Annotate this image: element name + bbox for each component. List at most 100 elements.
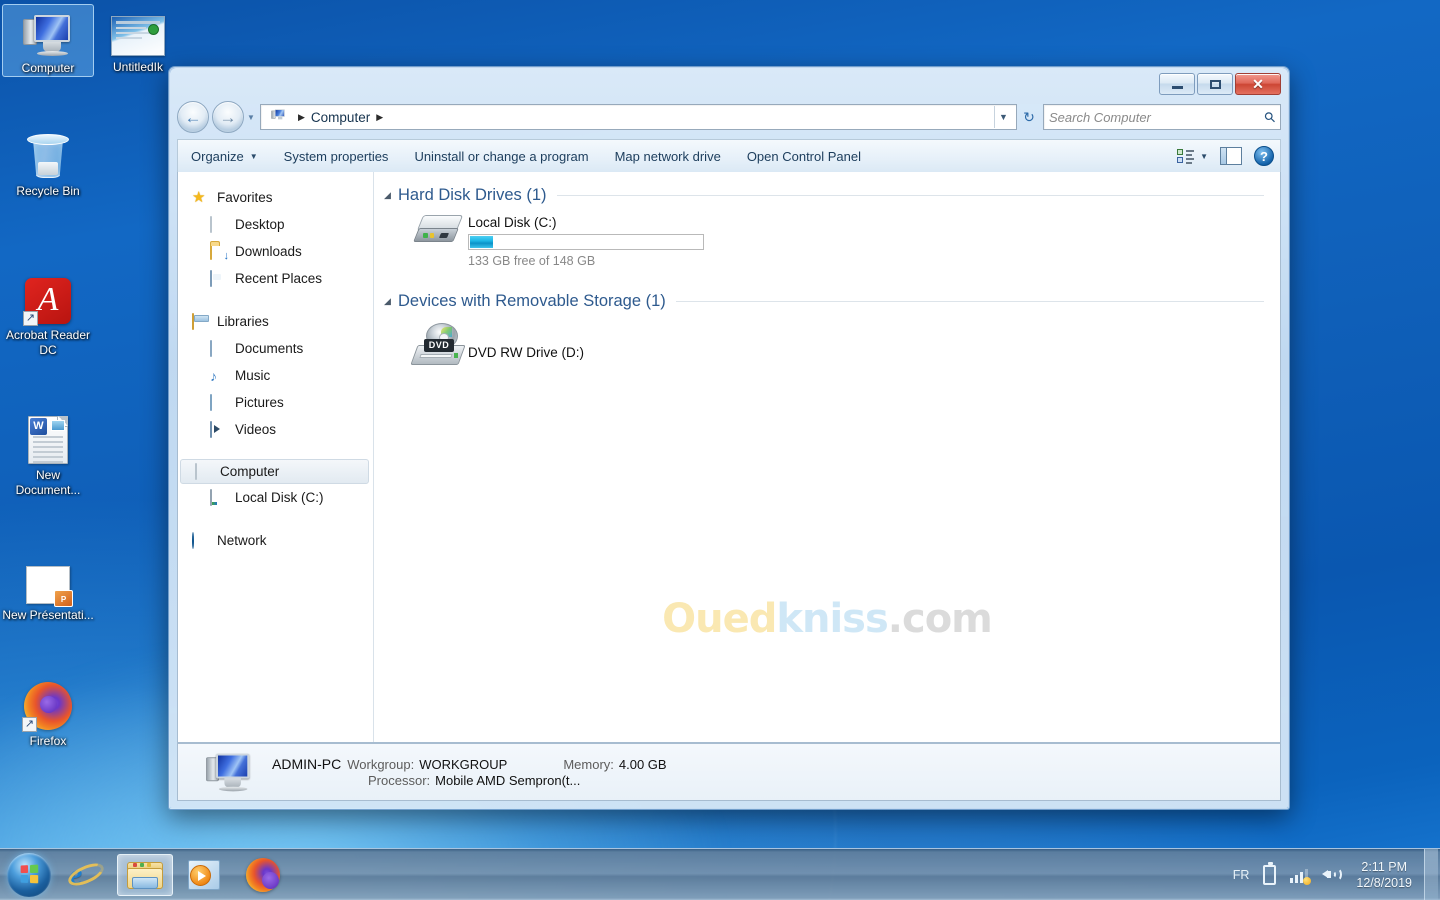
group-divider: [675, 301, 1264, 302]
taskbar-button-firefox[interactable]: [235, 854, 291, 896]
file-list-view[interactable]: ◢ Hard Disk Drives (1) Local Disk (C:) 1…: [374, 172, 1280, 742]
nav-label: Recent Places: [235, 271, 323, 286]
change-view-icon[interactable]: [1174, 146, 1196, 166]
chevron-down-icon[interactable]: ▼: [994, 106, 1012, 128]
nav-label: Computer: [220, 464, 280, 479]
start-button[interactable]: [3, 851, 55, 899]
drive-item-dvd-rw-d[interactable]: DVD DVD RW Drive (D:): [374, 323, 1280, 369]
close-button[interactable]: ✕: [1235, 73, 1281, 95]
sidebar-item-music[interactable]: ♪ Music: [178, 362, 373, 389]
computer-name: ADMIN-PC: [272, 756, 342, 772]
navigation-pane[interactable]: ★ Favorites Desktop Downloads Recent Pla…: [178, 172, 374, 742]
details-row-2: Processor: Mobile AMD Sempron(t...: [272, 773, 667, 788]
minimize-button[interactable]: [1159, 73, 1195, 95]
clock-date: 12/8/2019: [1356, 875, 1412, 890]
group-header-removable-storage[interactable]: ◢ Devices with Removable Storage (1): [374, 292, 1280, 311]
help-icon[interactable]: ?: [1254, 146, 1274, 166]
window-titlebar[interactable]: ✕: [169, 67, 1289, 105]
network-icon: [192, 531, 210, 549]
organize-button[interactable]: Organize ▼: [178, 140, 271, 172]
collapse-triangle-icon[interactable]: ◢: [384, 296, 398, 307]
watermark-part-1: Oued: [662, 596, 777, 642]
breadcrumb-computer[interactable]: Computer: [311, 110, 370, 125]
view-chevron-down-icon[interactable]: ▼: [1200, 152, 1216, 161]
shortcut-arrow-icon: ↗: [22, 717, 37, 732]
shortcut-arrow-icon: ↗: [23, 311, 38, 326]
sidebar-item-downloads[interactable]: Downloads: [178, 238, 373, 265]
desktop-icon-label: New Présentati...: [2, 608, 94, 622]
drive-capacity-bar: [468, 234, 704, 250]
star-icon: ★: [192, 188, 206, 206]
sidebar-item-pictures[interactable]: Pictures: [178, 389, 373, 416]
nav-label: Network: [217, 533, 267, 548]
word-document-icon: W: [2, 412, 94, 464]
history-dropdown-icon[interactable]: ▼: [244, 113, 258, 122]
search-input[interactable]: Search Computer ⚲: [1043, 104, 1281, 130]
sidebar-item-desktop[interactable]: Desktop: [178, 211, 373, 238]
breadcrumb-separator[interactable]: ▶: [376, 112, 383, 123]
preview-pane-icon[interactable]: [1220, 147, 1242, 165]
sidebar-item-videos[interactable]: Videos: [178, 416, 373, 443]
refresh-button[interactable]: ↻: [1017, 104, 1041, 130]
nav-label: Videos: [235, 422, 277, 437]
drive-capacity-fill: [470, 236, 494, 248]
desktop-icon-firefox[interactable]: ↗ Firefox: [2, 678, 94, 749]
show-desktop-button[interactable]: [1424, 849, 1438, 900]
collapse-triangle-icon[interactable]: ◢: [384, 190, 398, 201]
recent-places-icon: [210, 269, 228, 287]
watermark-part-3: .com: [887, 596, 993, 642]
map-network-drive-button[interactable]: Map network drive: [602, 140, 734, 172]
taskbar-button-windows-explorer[interactable]: [117, 853, 173, 896]
back-button[interactable]: ←: [177, 101, 209, 133]
group-title: Hard Disk Drives (1): [398, 186, 547, 204]
taskbar[interactable]: e FR 2:11 PM 12/8/2019: [0, 848, 1440, 900]
firefox-icon: [246, 857, 280, 892]
drive-item-local-disk-c[interactable]: Local Disk (C:) 133 GB free of 148 GB: [374, 213, 1280, 268]
hard-disk-icon: [210, 488, 228, 506]
search-placeholder: Search Computer: [1049, 109, 1151, 125]
desktop-icon-label: Acrobat Reader DC: [5, 328, 91, 357]
window-body: ★ Favorites Desktop Downloads Recent Pla…: [177, 172, 1281, 743]
group-header-hard-disk-drives[interactable]: ◢ Hard Disk Drives (1): [374, 186, 1280, 205]
uninstall-or-change-program-button[interactable]: Uninstall or change a program: [401, 140, 601, 172]
powerpoint-presentation-icon: P: [2, 552, 94, 607]
nav-label: Libraries: [217, 314, 269, 329]
breadcrumb-address-bar[interactable]: ▶ Computer ▶ ▼: [260, 104, 1017, 130]
music-library-icon: ♪: [210, 367, 217, 384]
forward-button[interactable]: →: [212, 101, 244, 133]
sidebar-item-documents[interactable]: Documents: [178, 335, 373, 362]
desktop-icon-recycle-bin[interactable]: Recycle Bin: [2, 128, 94, 199]
details-row-1: ADMIN-PC Workgroup: WORKGROUP Memory: 4.…: [272, 756, 667, 772]
desktop-icon-new-presentation[interactable]: P New Présentati...: [2, 552, 94, 623]
desktop-icon-new-document[interactable]: W New Document...: [2, 412, 94, 498]
processor-value: Mobile AMD Sempron(t...: [435, 773, 581, 788]
taskbar-button-windows-media-player[interactable]: [176, 854, 232, 896]
language-indicator[interactable]: FR: [1233, 868, 1250, 882]
volume-icon[interactable]: [1322, 866, 1343, 883]
dvd-badge-label: DVD: [424, 339, 454, 352]
recycle-bin-icon: [2, 128, 94, 180]
maximize-button[interactable]: [1197, 73, 1233, 95]
desktop[interactable]: Computer UntitledIk Recycle Bin A ↗ Acrob…: [0, 0, 1440, 900]
nav-label: Music: [235, 368, 271, 383]
nav-label: Pictures: [235, 395, 284, 410]
battery-icon[interactable]: [1263, 861, 1277, 885]
system-properties-button[interactable]: System properties: [271, 140, 402, 172]
network-signal-icon[interactable]: [1290, 867, 1312, 885]
explorer-window[interactable]: ✕ ← → ▼ ▶ Computer ▶ ▼ ↻ Search Computer…: [168, 66, 1290, 810]
drive-name: DVD RW Drive (D:): [468, 344, 584, 360]
desktop-icon-acrobat-reader[interactable]: A ↗ Acrobat Reader DC: [2, 272, 94, 358]
nav-group-libraries[interactable]: Libraries: [178, 308, 373, 335]
sidebar-item-network[interactable]: Network: [178, 527, 373, 554]
clock[interactable]: 2:11 PM 12/8/2019: [1356, 859, 1412, 891]
sidebar-item-recent-places[interactable]: Recent Places: [178, 265, 373, 292]
nav-group-favorites[interactable]: ★ Favorites: [178, 184, 373, 211]
sidebar-item-computer[interactable]: Computer: [180, 459, 369, 484]
taskbar-button-internet-explorer[interactable]: e: [58, 854, 114, 896]
sidebar-item-local-disk-c[interactable]: Local Disk (C:): [178, 484, 373, 511]
open-control-panel-button[interactable]: Open Control Panel: [734, 140, 874, 172]
desktop-icon-untitledik[interactable]: UntitledIk: [92, 4, 184, 75]
desktop-icon-computer[interactable]: Computer: [2, 4, 94, 77]
drive-free-space: 133 GB free of 148 GB: [468, 254, 596, 268]
